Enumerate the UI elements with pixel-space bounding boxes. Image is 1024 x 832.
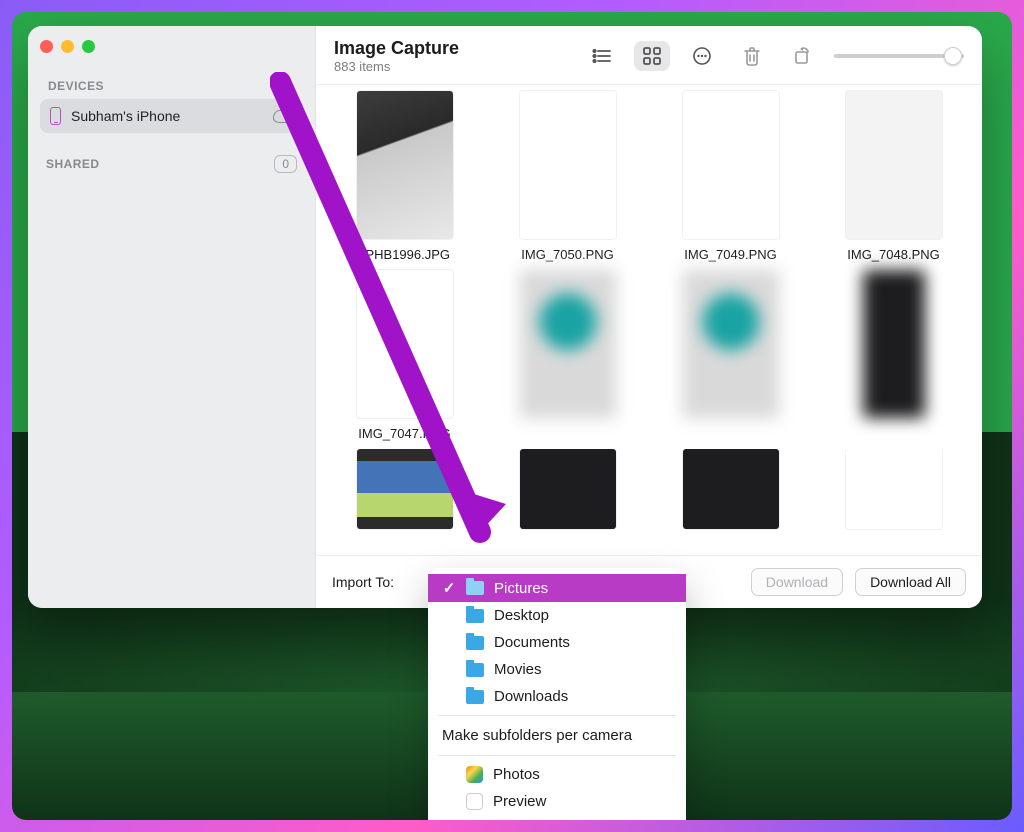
sidebar-item-device[interactable]: Subham's iPhone: [40, 99, 303, 133]
thumbnail-item[interactable]: [499, 449, 636, 537]
file-name: JPHB1996.JPG: [359, 247, 450, 262]
download-all-button[interactable]: Download All: [855, 568, 966, 596]
folder-icon: [466, 636, 484, 650]
desktop-wallpaper: DEVICES Subham's iPhone SHARED 0 Image C…: [12, 12, 1012, 820]
folder-icon: [466, 581, 484, 595]
folder-icon: [466, 690, 484, 704]
window-controls: [40, 40, 303, 53]
main-panel: Image Capture 883 items: [316, 26, 982, 608]
menu-separator: [438, 715, 676, 716]
thumbnail-image: [863, 270, 925, 418]
close-window-button[interactable]: [40, 40, 53, 53]
thumbnail-image: [520, 270, 616, 418]
sidebar: DEVICES Subham's iPhone SHARED 0: [28, 26, 316, 608]
slider-thumb[interactable]: [944, 47, 962, 65]
thumbnail-item[interactable]: [825, 449, 962, 537]
list-view-button[interactable]: [584, 41, 620, 71]
rotate-button[interactable]: [784, 41, 820, 71]
photos-app-icon: [466, 766, 483, 783]
download-button[interactable]: Download: [751, 568, 843, 596]
thumbnail-item[interactable]: [499, 270, 636, 441]
preview-app-icon: [466, 793, 483, 810]
menu-item-label: Movies: [494, 661, 542, 678]
item-count: 883 items: [334, 59, 459, 74]
thumbnail-image: [846, 449, 942, 529]
menu-separator: [438, 755, 676, 756]
thumbnail-item[interactable]: IMG_7047.PNG: [336, 270, 473, 441]
shared-count-badge: 0: [274, 155, 297, 173]
menu-item-photos-app[interactable]: Photos: [428, 761, 686, 788]
title-block: Image Capture 883 items: [334, 38, 459, 74]
thumbnail-grid: JPHB1996.JPG IMG_7050.PNG IMG_7049.PNG: [316, 85, 982, 543]
thumbnail-image: [357, 449, 453, 529]
file-name: IMG_7050.PNG: [521, 247, 614, 262]
thumbnail-item[interactable]: IMG_7049.PNG: [662, 91, 799, 262]
thumbnail-image: [683, 270, 779, 418]
menu-item-documents[interactable]: Documents: [428, 629, 686, 656]
menu-item-label: Preview: [493, 793, 546, 810]
grid-view-button[interactable]: [634, 41, 670, 71]
thumbnail-image: [683, 449, 779, 529]
chevron-down-icon: ⌄: [428, 815, 686, 820]
folder-icon: [466, 609, 484, 623]
device-name: Subham's iPhone: [71, 108, 180, 124]
delete-button[interactable]: [734, 41, 770, 71]
menu-item-pictures[interactable]: ✓ Pictures: [428, 574, 686, 602]
import-to-label: Import To:: [332, 574, 394, 590]
menu-item-label: Desktop: [494, 607, 549, 624]
minimize-window-button[interactable]: [61, 40, 74, 53]
check-icon: ✓: [442, 579, 456, 597]
menu-item-downloads[interactable]: Downloads: [428, 683, 686, 710]
thumbnail-item[interactable]: [825, 270, 962, 441]
thumbnail-item[interactable]: JPHB1996.JPG: [336, 91, 473, 262]
app-title: Image Capture: [334, 38, 459, 59]
thumbnail-grid-wrap: JPHB1996.JPG IMG_7050.PNG IMG_7049.PNG: [316, 85, 982, 555]
menu-item-label: Downloads: [494, 688, 568, 705]
thumbnail-image: [357, 270, 453, 418]
thumbnail-item[interactable]: IMG_7048.PNG: [825, 91, 962, 262]
thumbnail-item[interactable]: [662, 449, 799, 537]
thumbnail-image: [846, 91, 942, 239]
menu-item-label: Photos: [493, 766, 540, 783]
thumbnail-image: [520, 91, 616, 239]
menu-item-label: Documents: [494, 634, 570, 651]
screenshot-frame: DEVICES Subham's iPhone SHARED 0 Image C…: [0, 0, 1024, 832]
image-capture-window: DEVICES Subham's iPhone SHARED 0 Image C…: [28, 26, 982, 608]
cloud-icon: [273, 110, 293, 123]
thumbnail-item[interactable]: [662, 270, 799, 441]
thumbnail-image: [520, 449, 616, 529]
thumbnail-item[interactable]: IMG_7050.PNG: [499, 91, 636, 262]
iphone-icon: [50, 107, 61, 125]
menu-item-label: Pictures: [494, 580, 548, 597]
shared-section-label: SHARED: [46, 157, 100, 171]
thumbnail-image: [683, 91, 779, 239]
thumbnail-image: [357, 91, 453, 239]
menu-item-subfolders[interactable]: Make subfolders per camera: [428, 721, 686, 750]
file-name: IMG_7047.PNG: [358, 426, 451, 441]
file-name: IMG_7048.PNG: [847, 247, 940, 262]
folder-icon: [466, 663, 484, 677]
zoom-window-button[interactable]: [82, 40, 95, 53]
toolbar: Image Capture 883 items: [316, 26, 982, 85]
menu-item-preview-app[interactable]: Preview: [428, 788, 686, 815]
menu-item-desktop[interactable]: Desktop: [428, 602, 686, 629]
import-to-dropdown[interactable]: ✓ Pictures Desktop Documents Movies: [428, 568, 686, 820]
file-name: IMG_7049.PNG: [684, 247, 777, 262]
thumbnail-size-slider[interactable]: [834, 46, 964, 66]
thumbnail-item[interactable]: [336, 449, 473, 537]
more-options-button[interactable]: [684, 41, 720, 71]
devices-section-label: DEVICES: [48, 79, 295, 93]
menu-item-movies[interactable]: Movies: [428, 656, 686, 683]
